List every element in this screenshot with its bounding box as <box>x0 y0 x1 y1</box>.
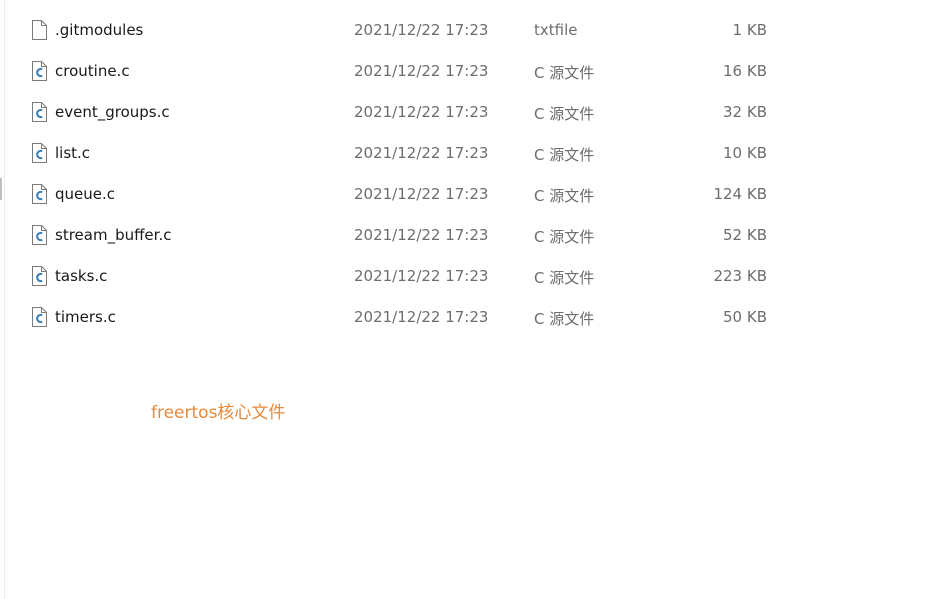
c-source-file-icon <box>31 102 47 122</box>
file-date-modified: 2021/12/22 17:23 <box>354 21 489 39</box>
file-row[interactable]: event_groups.c 2021/12/22 17:23 C 源文件 32… <box>0 92 927 133</box>
file-name: .gitmodules <box>55 21 144 39</box>
file-list: .gitmodules 2021/12/22 17:23 txtfile 1 K… <box>0 10 927 338</box>
file-row[interactable]: tasks.c 2021/12/22 17:23 C 源文件 223 KB <box>0 256 927 297</box>
file-date-modified: 2021/12/22 17:23 <box>354 103 489 121</box>
file-date-modified: 2021/12/22 17:23 <box>354 226 489 244</box>
file-name: event_groups.c <box>55 103 170 121</box>
file-name: timers.c <box>55 308 116 326</box>
file-name: croutine.c <box>55 62 130 80</box>
file-date-modified: 2021/12/22 17:23 <box>354 308 489 326</box>
file-row[interactable]: list.c 2021/12/22 17:23 C 源文件 10 KB <box>0 133 927 174</box>
file-date-modified: 2021/12/22 17:23 <box>354 267 489 285</box>
c-source-file-icon <box>31 184 47 204</box>
c-source-file-icon <box>31 307 47 327</box>
file-row[interactable]: queue.c 2021/12/22 17:23 C 源文件 124 KB <box>0 174 927 215</box>
file-size: 1 KB <box>732 21 767 39</box>
file-type: txtfile <box>534 21 578 39</box>
text-file-icon <box>31 20 47 40</box>
c-source-file-icon <box>31 143 47 163</box>
file-date-modified: 2021/12/22 17:23 <box>354 62 489 80</box>
file-type: C 源文件 <box>534 146 595 164</box>
file-type: C 源文件 <box>534 64 595 82</box>
file-size: 10 KB <box>723 144 767 162</box>
file-name: list.c <box>55 144 91 162</box>
c-source-file-icon <box>31 61 47 81</box>
file-row[interactable]: .gitmodules 2021/12/22 17:23 txtfile 1 K… <box>0 10 927 51</box>
file-row[interactable]: croutine.c 2021/12/22 17:23 C 源文件 16 KB <box>0 51 927 92</box>
c-source-file-icon <box>31 266 47 286</box>
file-size: 52 KB <box>723 226 767 244</box>
file-type: C 源文件 <box>534 310 595 328</box>
file-name: queue.c <box>55 185 116 203</box>
file-type: C 源文件 <box>534 228 595 246</box>
file-type: C 源文件 <box>534 187 595 205</box>
file-row[interactable]: timers.c 2021/12/22 17:23 C 源文件 50 KB <box>0 297 927 338</box>
file-size: 32 KB <box>723 103 767 121</box>
file-row[interactable]: stream_buffer.c 2021/12/22 17:23 C 源文件 5… <box>0 215 927 256</box>
file-name: stream_buffer.c <box>55 226 172 244</box>
file-type: C 源文件 <box>534 269 595 287</box>
file-size: 50 KB <box>723 308 767 326</box>
file-date-modified: 2021/12/22 17:23 <box>354 185 489 203</box>
file-size: 223 KB <box>713 267 767 285</box>
file-date-modified: 2021/12/22 17:23 <box>354 144 489 162</box>
c-source-file-icon <box>31 225 47 245</box>
file-size: 16 KB <box>723 62 767 80</box>
annotation-caption: freertos核心文件 <box>151 403 286 423</box>
file-name: tasks.c <box>55 267 108 285</box>
file-type: C 源文件 <box>534 105 595 123</box>
file-size: 124 KB <box>713 185 767 203</box>
